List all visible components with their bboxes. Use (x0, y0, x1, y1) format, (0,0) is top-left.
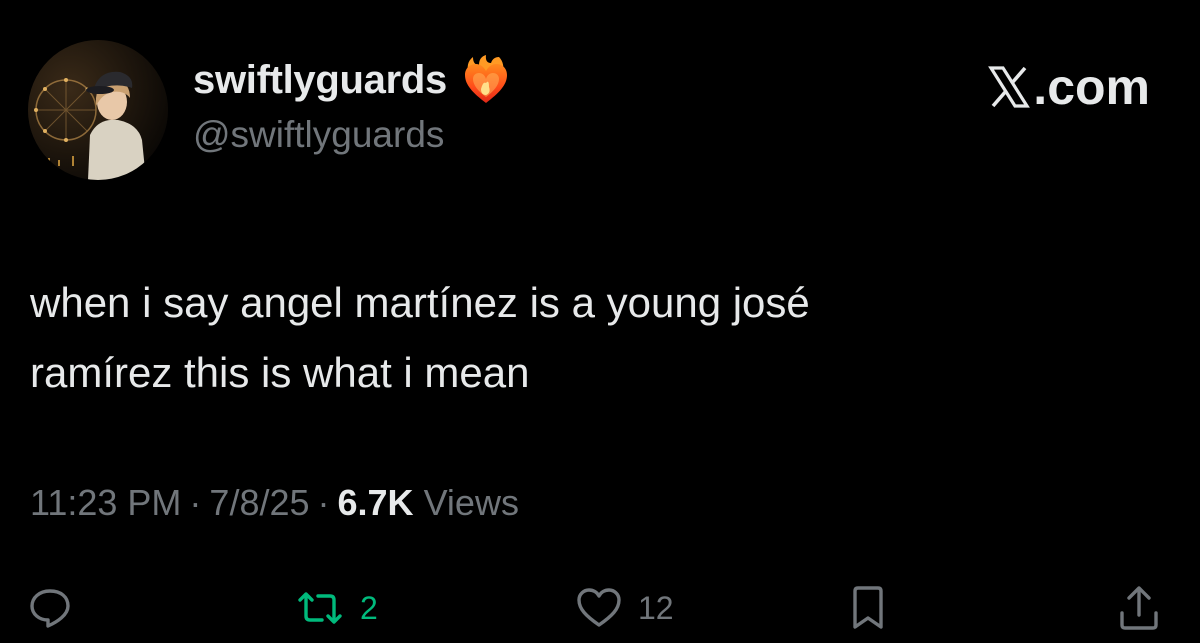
heart-on-fire-icon (459, 53, 513, 107)
like-count: 12 (638, 589, 674, 626)
reply-button[interactable] (28, 576, 72, 640)
share-icon (1120, 586, 1158, 630)
tweet-text: when i say angel martínez is a young jos… (30, 268, 1150, 408)
display-name-row: swiftlyguards (193, 52, 513, 108)
views-count: 6.7K (337, 482, 414, 523)
retweet-icon (298, 592, 342, 624)
separator: · (189, 482, 202, 523)
display-name[interactable]: swiftlyguards (193, 58, 447, 103)
bookmark-button[interactable] (850, 576, 886, 640)
bookmark-icon (853, 586, 883, 629)
retweet-button[interactable]: 2 (296, 576, 378, 640)
tweet-meta: 11:23 PM · 7/8/25 · 6.7K Views (30, 482, 519, 524)
tweet-time[interactable]: 11:23 PM (30, 482, 181, 524)
avatar-photo-icon (28, 40, 168, 180)
tweet-text-line: ramírez this is what i mean (30, 349, 530, 396)
views-label: Views (423, 482, 519, 523)
separator: · (317, 482, 330, 523)
tweet-text-line: when i say angel martínez is a young jos… (30, 279, 810, 326)
avatar[interactable] (28, 40, 168, 180)
brand-logo: .com (987, 58, 1150, 116)
tweet-date[interactable]: 7/8/25 (209, 482, 309, 524)
brand-label: .com (1033, 59, 1150, 115)
retweet-count: 2 (360, 589, 378, 626)
user-handle[interactable]: @swiftlyguards (193, 114, 444, 156)
x-logo-icon (988, 66, 1031, 108)
share-button[interactable] (1118, 576, 1160, 640)
heart-outline-icon (577, 588, 621, 627)
like-button[interactable]: 12 (576, 576, 674, 640)
reply-icon (30, 589, 70, 628)
tweet-card: swiftlyguards @swiftlyguards .com when i… (0, 0, 1200, 643)
action-bar: 2 12 (0, 576, 1200, 640)
